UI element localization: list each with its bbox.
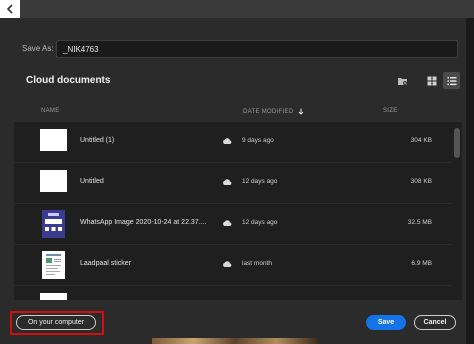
save-as-label: Save As: bbox=[22, 44, 54, 53]
grid-view-button[interactable] bbox=[423, 72, 440, 89]
column-header-size[interactable]: SIZE bbox=[383, 108, 398, 114]
file-size: 32.5 MB bbox=[407, 219, 432, 226]
scrollbar-thumb[interactable] bbox=[454, 128, 460, 158]
cloud-icon bbox=[223, 220, 232, 226]
save-button[interactable]: Save bbox=[366, 315, 406, 330]
file-thumbnail bbox=[40, 129, 67, 151]
cloud-icon bbox=[223, 179, 232, 185]
file-date: 12 days ago bbox=[242, 178, 278, 185]
whatsapp-image-thumbnail bbox=[45, 213, 62, 231]
column-header-name[interactable]: NAME bbox=[41, 108, 60, 114]
new-folder-button[interactable] bbox=[394, 72, 411, 89]
file-row[interactable]: Untitled 12 days ago 308 KB bbox=[14, 163, 452, 204]
background-image-strip bbox=[152, 338, 318, 344]
list-view-button[interactable] bbox=[443, 72, 460, 89]
sort-arrow-down-icon bbox=[299, 108, 304, 115]
title-bar bbox=[0, 0, 474, 18]
file-thumbnail bbox=[40, 293, 67, 300]
filename-input[interactable] bbox=[56, 40, 458, 58]
cloud-icon bbox=[223, 261, 232, 267]
file-size: 6.9 MB bbox=[411, 260, 432, 267]
column-header-date-modified[interactable]: DATE MODIFIED bbox=[243, 108, 304, 115]
file-date: 12 days ago bbox=[242, 219, 278, 226]
cancel-button[interactable]: Cancel bbox=[414, 315, 456, 330]
file-size: 304 KB bbox=[410, 137, 432, 144]
on-your-computer-button[interactable]: On your computer bbox=[16, 315, 96, 330]
window-edge bbox=[466, 18, 474, 344]
file-row[interactable] bbox=[14, 286, 452, 300]
file-name: Untitled bbox=[80, 178, 104, 185]
file-size: 308 KB bbox=[410, 178, 432, 185]
file-row[interactable]: WhatsApp Image 2020-10-24 at 22.37.... 1… bbox=[14, 204, 452, 245]
file-name: WhatsApp Image 2020-10-24 at 22.37.... bbox=[80, 219, 207, 226]
back-button[interactable] bbox=[0, 0, 20, 18]
document-thumbnail bbox=[46, 254, 61, 275]
file-date: last month bbox=[242, 260, 272, 267]
file-date: 9 days ago bbox=[242, 137, 274, 144]
cloud-icon bbox=[223, 138, 232, 144]
dialog-footer: On your computer Save Cancel bbox=[0, 304, 466, 338]
file-row[interactable]: Laadpaal sticker last month 6.9 MB bbox=[14, 245, 452, 286]
list-icon bbox=[447, 76, 456, 85]
chevron-left-icon bbox=[6, 4, 13, 14]
file-row[interactable]: Untitled (1) 9 days ago 304 KB bbox=[14, 122, 452, 163]
file-thumbnail bbox=[40, 170, 67, 192]
grid-icon bbox=[427, 76, 436, 85]
file-thumbnail bbox=[42, 210, 65, 238]
file-name: Laadpaal sticker bbox=[80, 260, 131, 267]
file-thumbnail bbox=[42, 251, 65, 279]
file-list: Untitled (1) 9 days ago 304 KB Untitled … bbox=[14, 122, 462, 300]
new-folder-icon bbox=[398, 77, 407, 85]
section-title: Cloud documents bbox=[26, 75, 111, 86]
file-name: Untitled (1) bbox=[80, 137, 115, 144]
column-header-date-label: DATE MODIFIED bbox=[243, 109, 294, 116]
